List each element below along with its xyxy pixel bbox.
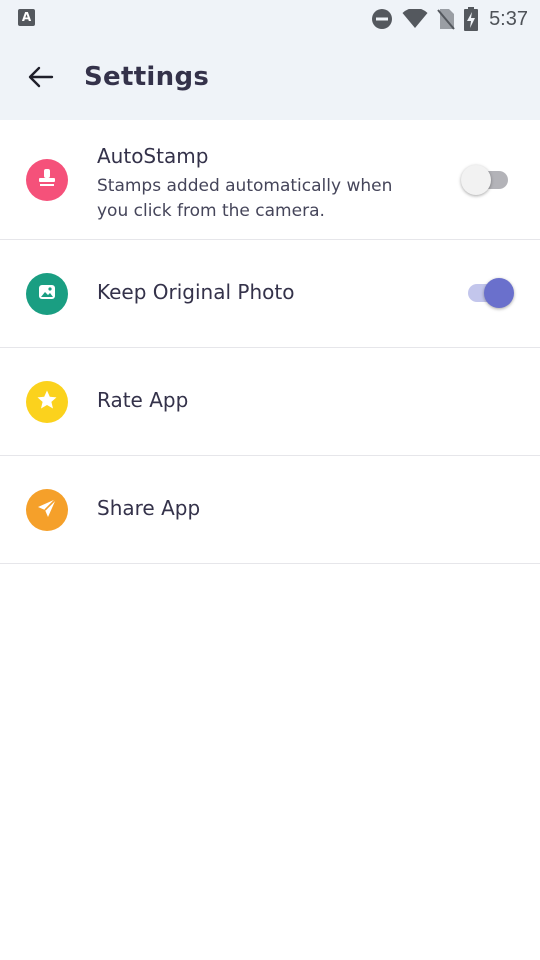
status-icons: 5:37 [371, 0, 528, 38]
back-button[interactable] [18, 58, 64, 100]
autostamp-toggle[interactable] [461, 165, 514, 195]
page-title: Settings [84, 62, 210, 92]
setting-autostamp[interactable]: AutoStamp Stamps added automatically whe… [0, 120, 540, 240]
settings-list: AutoStamp Stamps added automatically whe… [0, 120, 540, 564]
rate-app-icon-badge [26, 381, 68, 423]
stamp-icon [37, 168, 57, 192]
no-sim-icon [437, 8, 455, 30]
star-icon [36, 389, 58, 415]
photo-icon [37, 282, 57, 306]
autostamp-icon-badge [26, 159, 68, 201]
arrow-left-icon [28, 66, 54, 92]
share-app-icon-badge [26, 489, 68, 531]
autostamp-description: Stamps added automatically when you clic… [97, 176, 393, 221]
setting-keep-original-photo[interactable]: Keep Original Photo [0, 240, 540, 348]
battery-charging-icon [464, 7, 479, 31]
do-not-disturb-icon [371, 8, 393, 30]
status-bar: A 5:37 [0, 0, 540, 38]
keep-original-icon-badge [26, 273, 68, 315]
app-bar: Settings [0, 38, 540, 120]
rate-app-title: Rate App [97, 388, 189, 412]
setting-rate-app[interactable]: Rate App [0, 348, 540, 456]
autostamp-toggle-knob [461, 165, 491, 195]
keep-original-toggle-knob [484, 278, 514, 308]
keep-original-title: Keep Original Photo [97, 280, 295, 304]
setting-share-app[interactable]: Share App [0, 456, 540, 564]
send-icon [36, 497, 58, 523]
wifi-icon [402, 9, 428, 29]
share-app-title: Share App [97, 496, 201, 520]
keep-original-toggle[interactable] [464, 278, 514, 308]
status-time: 5:37 [489, 7, 528, 30]
notification-a-icon: A [18, 9, 35, 26]
autostamp-title: AutoStamp [97, 144, 209, 168]
